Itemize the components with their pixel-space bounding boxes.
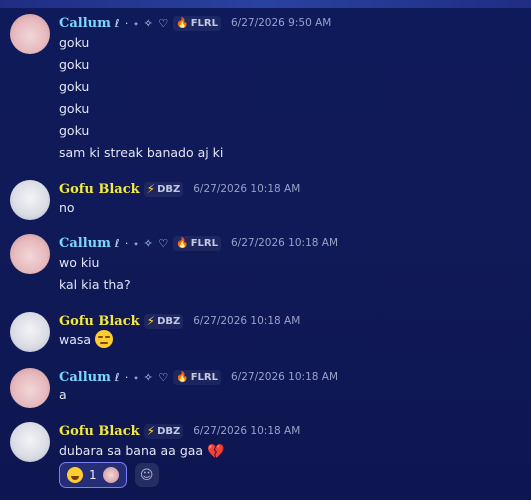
message-text: dubara sa bana aa gaa 💔 bbox=[59, 443, 225, 460]
message-header: Callum ℓ · ˖ ✧ ♡ 🔥 FLRL 6/27/2026 9:50 AM bbox=[59, 14, 331, 32]
message-text: kal kia tha? bbox=[59, 277, 131, 292]
message-text: no bbox=[59, 200, 75, 215]
bolt-icon: ⚡ bbox=[146, 182, 156, 196]
username[interactable]: Gofu Black bbox=[59, 182, 140, 197]
timestamp: 6/27/2026 10:18 AM bbox=[193, 183, 301, 195]
broken-heart-icon: 💔 bbox=[207, 444, 225, 460]
timestamp: 6/27/2026 10:18 AM bbox=[231, 371, 339, 383]
message-header: Gofu Black ⚡ DBZ 6/27/2026 10:18 AM bbox=[59, 312, 300, 330]
add-reaction-icon: ☺ bbox=[139, 467, 154, 483]
message-text: goku bbox=[59, 57, 90, 72]
avatar[interactable] bbox=[10, 312, 50, 352]
timestamp: 6/27/2026 10:18 AM bbox=[193, 315, 301, 327]
username[interactable]: Gofu Black bbox=[59, 424, 140, 439]
top-glow bbox=[0, 0, 531, 8]
guild-tag[interactable]: ⚡ DBZ bbox=[143, 423, 184, 439]
bolt-icon: ⚡ bbox=[146, 424, 156, 438]
message-text: goku bbox=[59, 79, 90, 94]
username[interactable]: Callum bbox=[59, 370, 111, 385]
message-header: Gofu Black ⚡ DBZ 6/27/2026 10:18 AM bbox=[59, 180, 300, 198]
flame-icon: 🔥 bbox=[176, 17, 189, 29]
username[interactable]: Callum bbox=[59, 16, 111, 31]
message-text: goku bbox=[59, 35, 90, 50]
bolt-icon: ⚡ bbox=[146, 314, 156, 328]
message-header: Gofu Black ⚡ DBZ 6/27/2026 10:18 AM bbox=[59, 422, 300, 440]
unamused-face-icon bbox=[95, 330, 114, 348]
flame-icon: 🔥 bbox=[176, 237, 189, 249]
avatar[interactable] bbox=[10, 368, 50, 408]
username[interactable]: Gofu Black bbox=[59, 314, 140, 329]
reactor-avatar bbox=[102, 467, 119, 483]
avatar[interactable] bbox=[10, 422, 50, 462]
username-decoration: ℓ · ˖ ✧ ♡ bbox=[114, 236, 170, 250]
guild-tag[interactable]: 🔥 FLRL bbox=[173, 235, 221, 251]
flame-icon: 🔥 bbox=[176, 371, 189, 383]
add-reaction-button[interactable]: ☺ bbox=[134, 463, 159, 487]
username-decoration: ℓ · ˖ ✧ ♡ bbox=[114, 16, 170, 30]
avatar[interactable] bbox=[10, 234, 50, 274]
message-text: sam ki streak banado aj ki bbox=[59, 145, 224, 160]
message-header: Callum ℓ · ˖ ✧ ♡ 🔥 FLRL 6/27/2026 10:18 A… bbox=[59, 234, 338, 252]
reaction-crying-face[interactable]: 1 bbox=[59, 462, 127, 488]
message-header: Callum ℓ · ˖ ✧ ♡ 🔥 FLRL 6/27/2026 10:18 A… bbox=[59, 368, 338, 386]
avatar[interactable] bbox=[10, 180, 50, 220]
guild-tag[interactable]: ⚡ DBZ bbox=[143, 181, 184, 197]
username[interactable]: Callum bbox=[59, 236, 111, 251]
avatar[interactable] bbox=[10, 14, 50, 54]
message-text: wasa bbox=[59, 329, 114, 351]
message-text: wo kiu bbox=[59, 255, 100, 270]
crying-face-icon bbox=[67, 467, 83, 483]
timestamp: 6/27/2026 10:18 AM bbox=[193, 425, 301, 437]
guild-tag[interactable]: 🔥 FLRL bbox=[173, 369, 221, 385]
message-text: a bbox=[59, 387, 67, 402]
timestamp: 6/27/2026 10:18 AM bbox=[231, 237, 339, 249]
message-text: goku bbox=[59, 123, 90, 138]
reaction-count: 1 bbox=[89, 468, 97, 482]
message-text: goku bbox=[59, 101, 90, 116]
username-decoration: ℓ · ˖ ✧ ♡ bbox=[114, 370, 170, 384]
guild-tag[interactable]: 🔥 FLRL bbox=[173, 15, 221, 31]
reactions-bar: 1 ☺ bbox=[59, 462, 159, 488]
timestamp: 6/27/2026 9:50 AM bbox=[231, 17, 332, 29]
guild-tag[interactable]: ⚡ DBZ bbox=[143, 313, 184, 329]
